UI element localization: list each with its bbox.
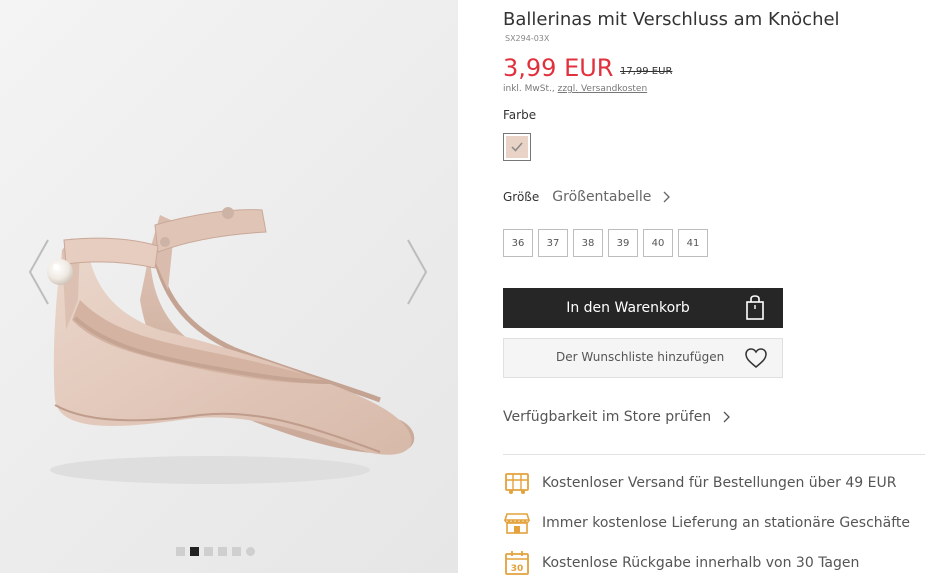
shipping-costs-link[interactable]: zzgl. Versandkosten [558,84,648,94]
product-sku: SX294-03X [505,34,550,43]
size-option-38[interactable]: 38 [573,229,603,257]
next-image-arrow-icon[interactable] [402,236,432,308]
chevron-right-icon[interactable] [663,191,671,203]
old-price: 17,99 EUR [620,66,673,77]
shopping-bag-icon [746,295,764,320]
heart-icon [745,348,767,368]
vat-note: inkl. MwSt., zzgl. Versandkosten [503,84,647,94]
chevron-right-icon [723,411,731,423]
size-option-41[interactable]: 41 [678,229,708,257]
vat-text: inkl. MwSt., [503,84,558,94]
add-to-cart-button[interactable]: In den Warenkorb [503,288,783,328]
benefit-free-shipping: Kostenloser Versand für Bestellungen übe… [503,470,896,496]
gallery-dot-video[interactable] [246,547,255,556]
size-label: Größe [503,190,540,204]
gallery-dot[interactable] [232,547,241,556]
gallery-dot-active[interactable] [190,547,199,556]
size-header: Größe Größentabelle [503,189,671,205]
color-label: Farbe [503,108,537,122]
add-to-cart-label: In den Warenkorb [566,300,690,316]
store-availability-label: Verfügbarkeit im Store prüfen [503,409,712,425]
store-icon [504,513,530,534]
benefit-store-delivery: Immer kostenlose Lieferung an stationäre… [503,510,910,536]
divider [503,454,925,455]
add-to-wishlist-label: Der Wunschliste hinzufügen [556,350,725,364]
gallery-dot[interactable] [218,547,227,556]
product-image [47,207,415,484]
size-option-39[interactable]: 39 [608,229,638,257]
product-title: Ballerinas mit Verschluss am Knöchel [503,9,840,30]
size-options: 36 37 38 39 40 41 [503,229,708,257]
checkmark-icon [511,142,523,152]
truck-icon [505,473,529,494]
store-availability-link[interactable]: Verfügbarkeit im Store prüfen [503,409,731,425]
benefit-text: Kostenlose Rückgabe innerhalb von 30 Tag… [542,555,860,571]
benefit-text: Immer kostenlose Lieferung an stationäre… [542,515,911,531]
calendar-30-icon: 30 [505,551,529,575]
add-to-wishlist-button[interactable]: Der Wunschliste hinzufügen [503,338,783,378]
color-swatch-selected[interactable] [503,133,531,161]
previous-image-arrow-icon[interactable] [24,236,54,308]
product-gallery [0,0,458,573]
product-info-panel: Ballerinas mit Verschluss am Knöchel SX2… [503,0,925,576]
size-table-link[interactable]: Größentabelle [552,189,651,205]
benefit-free-returns: 30 Kostenlose Rückgabe innerhalb von 30 … [503,550,859,576]
size-option-36[interactable]: 36 [503,229,533,257]
size-option-37[interactable]: 37 [538,229,568,257]
gallery-dot[interactable] [176,547,185,556]
gallery-pagination [176,547,255,556]
size-option-40[interactable]: 40 [643,229,673,257]
current-price: 3,99 EUR [503,54,614,82]
gallery-dot[interactable] [204,547,213,556]
benefit-text: Kostenloser Versand für Bestellungen übe… [542,475,897,491]
